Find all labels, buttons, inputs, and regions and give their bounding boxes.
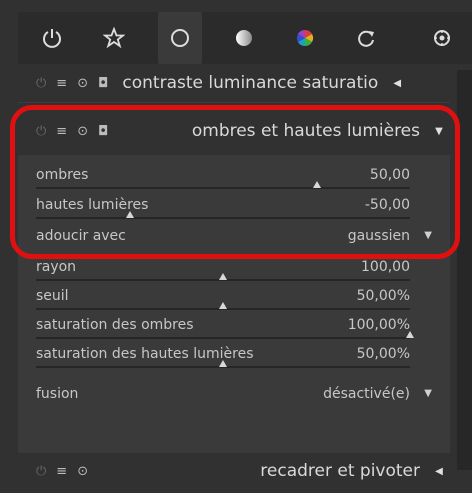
presets-menu-icon[interactable]: ≡ [56, 76, 67, 91]
slider-rayon[interactable]: rayon 100,00 [36, 257, 410, 283]
param-value: désactivé(e) [323, 386, 410, 402]
module-header-controls: ⏻ ≡ ⊙ ◘ [18, 76, 108, 91]
param-value: 100,00% [347, 317, 410, 333]
divider [18, 102, 450, 103]
module-power-icon[interactable]: ⏻ [36, 464, 46, 479]
darkroom-module-panel: ⏻ ≡ ⊙ ◘ contraste luminance saturatio ◀ … [0, 0, 472, 493]
slider-saturation-hautes-lumieres[interactable]: saturation des hautes lumières 50,00% [36, 344, 410, 370]
slider-saturation-ombres[interactable]: saturation des ombres 100,00% [36, 315, 414, 341]
collapse-arrow-icon[interactable]: ◀ [428, 466, 450, 477]
param-value: 50,00% [356, 288, 410, 304]
module-title: recadrer et pivoter [260, 461, 420, 481]
module-group-bar [18, 12, 472, 64]
module-header-controls: ⏻ ≡ ⊙ [18, 464, 88, 479]
slider-thumb[interactable] [219, 273, 227, 280]
module-header-contrast[interactable]: ⏻ ≡ ⊙ ◘ contraste luminance saturatio ◀ [18, 64, 450, 102]
settings-wheel-icon[interactable] [430, 26, 454, 50]
param-label: saturation des ombres [36, 317, 194, 333]
circle-icon[interactable] [158, 12, 202, 64]
slider-thumb[interactable] [219, 360, 227, 367]
instance-icon[interactable]: ◘ [98, 76, 108, 91]
param-value: 50,00% [356, 346, 410, 362]
dropdown-arrow-icon[interactable]: ▼ [424, 388, 432, 399]
refresh-icon[interactable] [354, 26, 378, 50]
combobox-fusion[interactable]: fusion désactivé(e) ▼ [36, 384, 432, 410]
slider-track[interactable] [36, 337, 410, 339]
slider-thumb[interactable] [406, 331, 414, 338]
highlight-annotation [10, 105, 460, 259]
collapse-arrow-icon[interactable]: ◀ [386, 78, 408, 89]
module-header-crop-rotate[interactable]: ⏻ ≡ ⊙ recadrer et pivoter ◀ [18, 452, 450, 490]
param-label: fusion [36, 386, 79, 402]
color-wheel-icon[interactable] [293, 26, 317, 50]
half-circle-icon[interactable] [232, 26, 256, 50]
reset-icon[interactable]: ⊙ [77, 464, 88, 479]
param-label: rayon [36, 259, 77, 275]
param-value: 100,00 [361, 259, 410, 275]
module-title: contraste luminance saturatio [122, 73, 379, 93]
param-label: seuil [36, 288, 69, 304]
star-icon[interactable] [102, 26, 126, 50]
slider-thumb[interactable] [219, 302, 227, 309]
reset-icon[interactable]: ⊙ [77, 76, 88, 91]
power-icon[interactable] [40, 26, 64, 50]
module-power-icon[interactable]: ⏻ [36, 76, 46, 91]
presets-menu-icon[interactable]: ≡ [56, 464, 67, 479]
slider-seuil[interactable]: seuil 50,00% [36, 286, 410, 312]
